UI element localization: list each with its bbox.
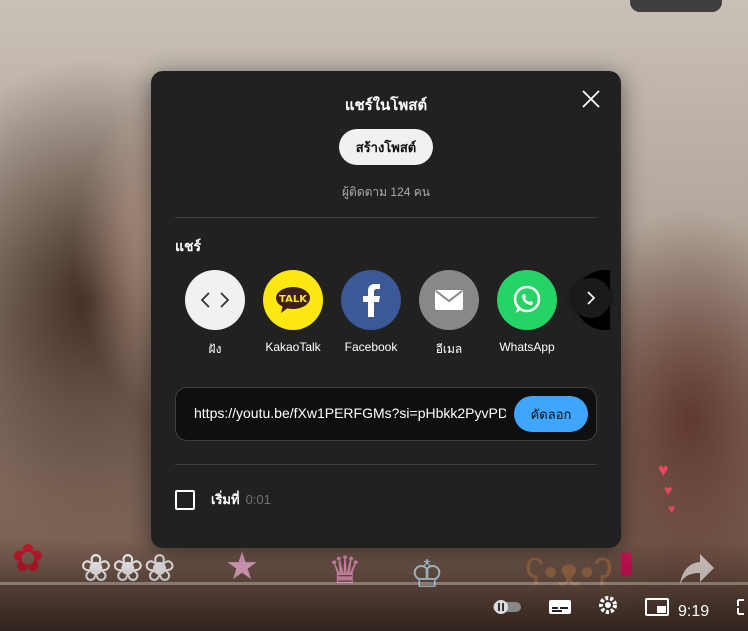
start-at-time: 0:01 <box>245 492 271 507</box>
embed-icon <box>185 270 245 330</box>
divider <box>175 217 597 218</box>
share-facebook[interactable]: Facebook <box>336 270 406 354</box>
svg-text:TALK: TALK <box>279 294 308 305</box>
copy-button[interactable]: คัดลอก <box>514 396 588 432</box>
fullscreen-icon[interactable] <box>736 598 748 621</box>
share-label: Facebook <box>344 340 398 354</box>
start-at-checkbox[interactable] <box>175 489 195 510</box>
player-controls-gradient <box>0 541 748 631</box>
start-at-row: เริ่มที่ 0:01 <box>175 489 271 510</box>
share-embed[interactable]: ฝัง <box>180 270 250 359</box>
share-heading: แชร์ <box>175 238 202 254</box>
progress-bar[interactable] <box>0 582 748 585</box>
settings-gear-icon[interactable] <box>597 594 619 621</box>
divider <box>175 464 597 465</box>
share-url-box: https://youtu.be/fXw1PERFGMs?si=pHbkk2Py… <box>175 387 597 441</box>
miniplayer-icon[interactable] <box>645 598 669 621</box>
dialog-title: แชร์ในโพสต์ <box>344 97 428 114</box>
share-label: KakaoTalk <box>265 340 321 354</box>
close-icon[interactable] <box>579 87 603 111</box>
heart-icon: ♥ <box>664 482 673 498</box>
heart-icon: ♥ <box>668 502 676 516</box>
chevron-right-icon <box>587 291 596 305</box>
start-at-label: เริ่มที่ <box>211 492 240 507</box>
share-targets-row: ฝัง TALK KakaoTalk Facebook อีเมล WhatsA… <box>180 270 610 360</box>
facebook-icon <box>341 270 401 330</box>
email-icon <box>419 270 479 330</box>
time-display: 9:19 <box>678 603 710 620</box>
share-arrow-icon[interactable] <box>678 548 718 593</box>
top-overlay-chip[interactable] <box>630 0 722 12</box>
subscriber-count: ผู้ติดตาม 124 คน <box>342 185 430 199</box>
share-url[interactable]: https://youtu.be/fXw1PERFGMs?si=pHbkk2Py… <box>194 405 506 421</box>
kakaotalk-icon: TALK <box>263 270 323 330</box>
autoplay-toggle-icon[interactable] <box>492 598 522 621</box>
share-dialog: แชร์ในโพสต์ สร้างโพสต์ ผู้ติดตาม 124 คน … <box>151 71 621 548</box>
share-label: อีเมล <box>435 342 463 356</box>
share-whatsapp[interactable]: WhatsApp <box>492 270 562 354</box>
subtitles-icon[interactable] <box>548 598 572 621</box>
share-label: WhatsApp <box>499 340 555 354</box>
heart-icon: ♥ <box>658 460 669 480</box>
share-next-button[interactable] <box>571 278 611 318</box>
share-kakaotalk[interactable]: TALK KakaoTalk <box>258 270 328 354</box>
create-post-button[interactable]: สร้างโพสต์ <box>339 129 433 165</box>
share-label: ฝัง <box>208 342 222 356</box>
share-email[interactable]: อีเมล <box>414 270 484 359</box>
whatsapp-icon <box>497 270 557 330</box>
